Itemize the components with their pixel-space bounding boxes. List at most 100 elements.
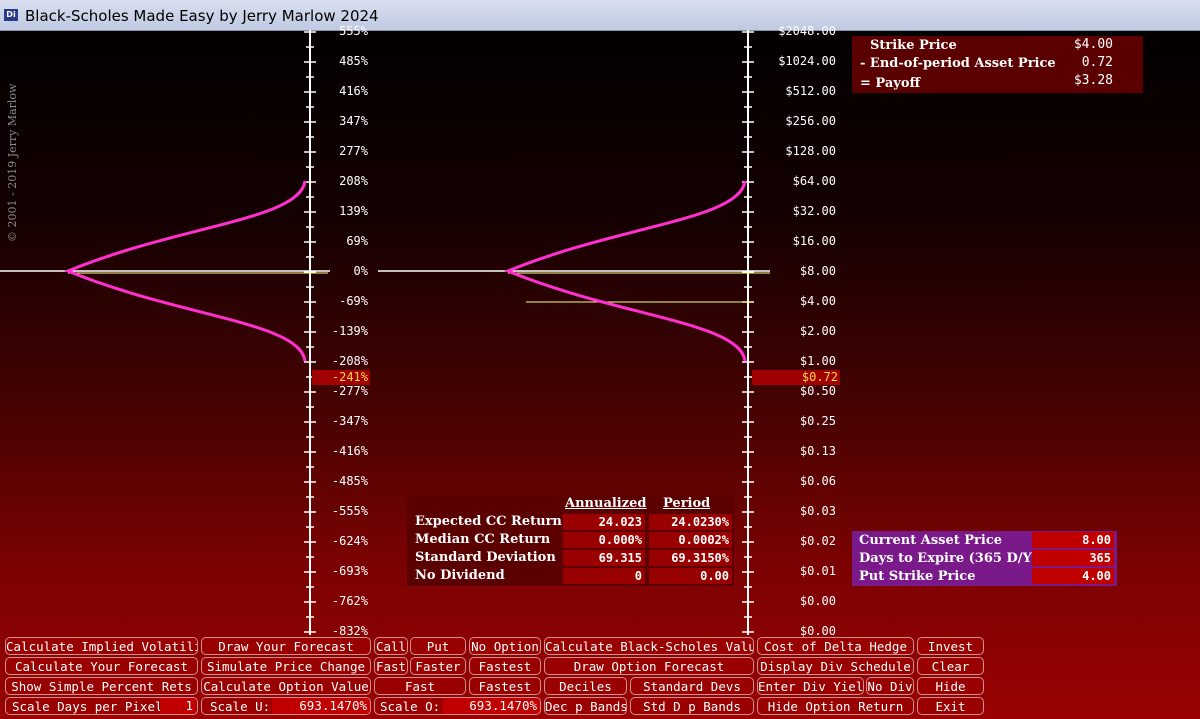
right-axis-label: $64.00 xyxy=(792,174,836,188)
left-axis-label: -69% xyxy=(339,294,368,308)
right-axis-label: $2.00 xyxy=(799,324,836,338)
left-axis-label: -416% xyxy=(331,444,368,458)
left-axis-label: 416% xyxy=(339,84,368,98)
right-axis-highlight: $0.72 xyxy=(752,370,840,385)
right-axis-label: $0.00 xyxy=(799,624,836,638)
window-title: Black-Scholes Made Easy by Jerry Marlow … xyxy=(25,7,379,25)
call-button[interactable]: Call xyxy=(374,637,408,655)
right-axis-label: $128.00 xyxy=(785,144,836,158)
asset-price-input[interactable]: 8.00 xyxy=(1032,532,1114,548)
std-d-p-bands-button[interactable]: Std D p Bands xyxy=(630,697,754,715)
dividend-label: No Dividend xyxy=(415,568,505,583)
right-axis-label: $0.06 xyxy=(799,474,836,488)
median-return-annualized: 0.000% xyxy=(563,532,645,548)
right-axis-label: $0.03 xyxy=(799,504,836,518)
left-axis-label: -555% xyxy=(331,504,368,518)
display-div-schedule-button[interactable]: Display Div Schedule xyxy=(757,657,914,675)
std-dev-period: 69.3150% xyxy=(649,550,732,566)
title-bar: Di Black-Scholes Made Easy by Jerry Marl… xyxy=(0,0,1200,31)
scale-days-field[interactable]: Scale Days per Pixel: 1 xyxy=(5,697,198,715)
left-axis-label: -139% xyxy=(331,324,368,338)
scale-o-label: Scale O: xyxy=(380,699,441,714)
right-axis-label: $4.00 xyxy=(799,294,836,308)
calculate-bs-value-button[interactable]: Calculate Black-Scholes Value xyxy=(544,637,754,655)
left-axis-label: 0% xyxy=(353,264,368,278)
strike-price-label: Put Strike Price xyxy=(859,569,976,584)
left-axis-label: 139% xyxy=(339,204,368,218)
dividend-period: 0.00 xyxy=(649,568,732,584)
draw-forecast-button[interactable]: Draw Your Forecast xyxy=(201,637,371,655)
right-axis-label: $512.00 xyxy=(785,84,836,98)
right-axis-label: $2048.00 xyxy=(778,24,836,38)
left-axis-label: 555% xyxy=(339,24,368,38)
inputs-panel: Current Asset Price 8.00 Days to Expire … xyxy=(852,531,1117,586)
left-axis-highlight: -241% xyxy=(312,370,370,385)
right-axis-label: $1024.00 xyxy=(778,54,836,68)
scale-u-value[interactable]: 693.1470% xyxy=(272,698,370,714)
left-axis-label: -624% xyxy=(331,534,368,548)
payoff-asset-value: 0.72 xyxy=(1081,55,1113,70)
strike-price-input[interactable]: 4.00 xyxy=(1032,568,1114,584)
scale-days-value[interactable]: 1 xyxy=(160,698,196,714)
left-axis-label: -347% xyxy=(331,414,368,428)
right-axis-label: $0.50 xyxy=(799,384,836,398)
right-axis-label: $1.00 xyxy=(799,354,836,368)
median-return-label: Median CC Return xyxy=(415,532,551,547)
fast-button-1[interactable]: Fast xyxy=(374,657,408,675)
clear-button[interactable]: Clear xyxy=(917,657,984,675)
put-button[interactable]: Put xyxy=(410,637,466,655)
fast-button-2[interactable]: Fast xyxy=(374,677,466,695)
right-axis-label: $0.02 xyxy=(799,534,836,548)
right-axis-label: $16.00 xyxy=(792,234,836,248)
calculate-option-value-button[interactable]: Calculate Option Value xyxy=(201,677,371,695)
left-axis-label: 69% xyxy=(346,234,368,248)
scale-o-value[interactable]: 693.1470% xyxy=(443,698,540,714)
hide-button[interactable]: Hide xyxy=(917,677,984,695)
left-axis-label: 347% xyxy=(339,114,368,128)
returns-panel: Annualized Period Expected CC Return 24.… xyxy=(407,495,734,586)
calculate-implied-volatility-button[interactable]: Calculate Implied Volatility xyxy=(5,637,198,655)
scale-u-label: Scale U: xyxy=(210,699,271,714)
left-axis-label: -485% xyxy=(331,474,368,488)
right-axis-label: $256.00 xyxy=(785,114,836,128)
days-expire-label: Days to Expire (365 D/Y) xyxy=(859,551,1038,566)
left-axis-label: 485% xyxy=(339,54,368,68)
left-axis-label: -762% xyxy=(331,594,368,608)
simulate-price-change-button[interactable]: Simulate Price Change xyxy=(201,657,371,675)
std-dev-label: Standard Deviation xyxy=(415,550,556,565)
standard-devs-button[interactable]: Standard Devs xyxy=(630,677,754,695)
exit-button[interactable]: Exit xyxy=(917,697,984,715)
app-icon: Di xyxy=(4,9,18,21)
left-axis-label: -208% xyxy=(331,354,368,368)
invest-button[interactable]: Invest xyxy=(917,637,984,655)
asset-price-label: Current Asset Price xyxy=(859,533,1003,548)
expected-return-period: 24.0230% xyxy=(649,514,732,530)
show-simple-percent-button[interactable]: Show Simple Percent Rets xyxy=(5,677,198,695)
header-period: Period xyxy=(663,496,711,511)
left-axis-label: -693% xyxy=(331,564,368,578)
hide-option-return-button[interactable]: Hide Option Return xyxy=(757,697,914,715)
cost-delta-hedge-button[interactable]: Cost of Delta Hedge xyxy=(757,637,914,655)
enter-div-yield-button[interactable]: Enter Div Yield xyxy=(757,677,864,695)
faster-button[interactable]: Faster xyxy=(410,657,466,675)
dividend-annualized: 0 xyxy=(563,568,645,584)
deciles-button[interactable]: Deciles xyxy=(544,677,627,695)
right-axis-label: $0.25 xyxy=(799,414,836,428)
calculate-forecast-button[interactable]: Calculate Your Forecast xyxy=(5,657,198,675)
fastest-button-1[interactable]: Fastest xyxy=(469,657,541,675)
expected-return-annualized: 24.023 xyxy=(563,514,645,530)
right-axis-label: $0.01 xyxy=(799,564,836,578)
std-dev-annualized: 69.315 xyxy=(563,550,645,566)
days-expire-input[interactable]: 365 xyxy=(1032,550,1114,566)
no-div-button[interactable]: No Div xyxy=(866,677,914,695)
scale-u-field[interactable]: Scale U: 693.1470% xyxy=(201,697,371,715)
dec-p-bands-button[interactable]: Dec p Bands xyxy=(544,697,627,715)
right-axis-label: $32.00 xyxy=(792,204,836,218)
right-axis-label: $0.00 xyxy=(799,594,836,608)
draw-option-forecast-button[interactable]: Draw Option Forecast xyxy=(544,657,754,675)
fastest-button-2[interactable]: Fastest xyxy=(469,677,541,695)
scale-o-field[interactable]: Scale O: 693.1470% xyxy=(374,697,541,715)
no-option-button[interactable]: No Option xyxy=(469,637,541,655)
left-axis-label: 208% xyxy=(339,174,368,188)
left-axis-label: -277% xyxy=(331,384,368,398)
